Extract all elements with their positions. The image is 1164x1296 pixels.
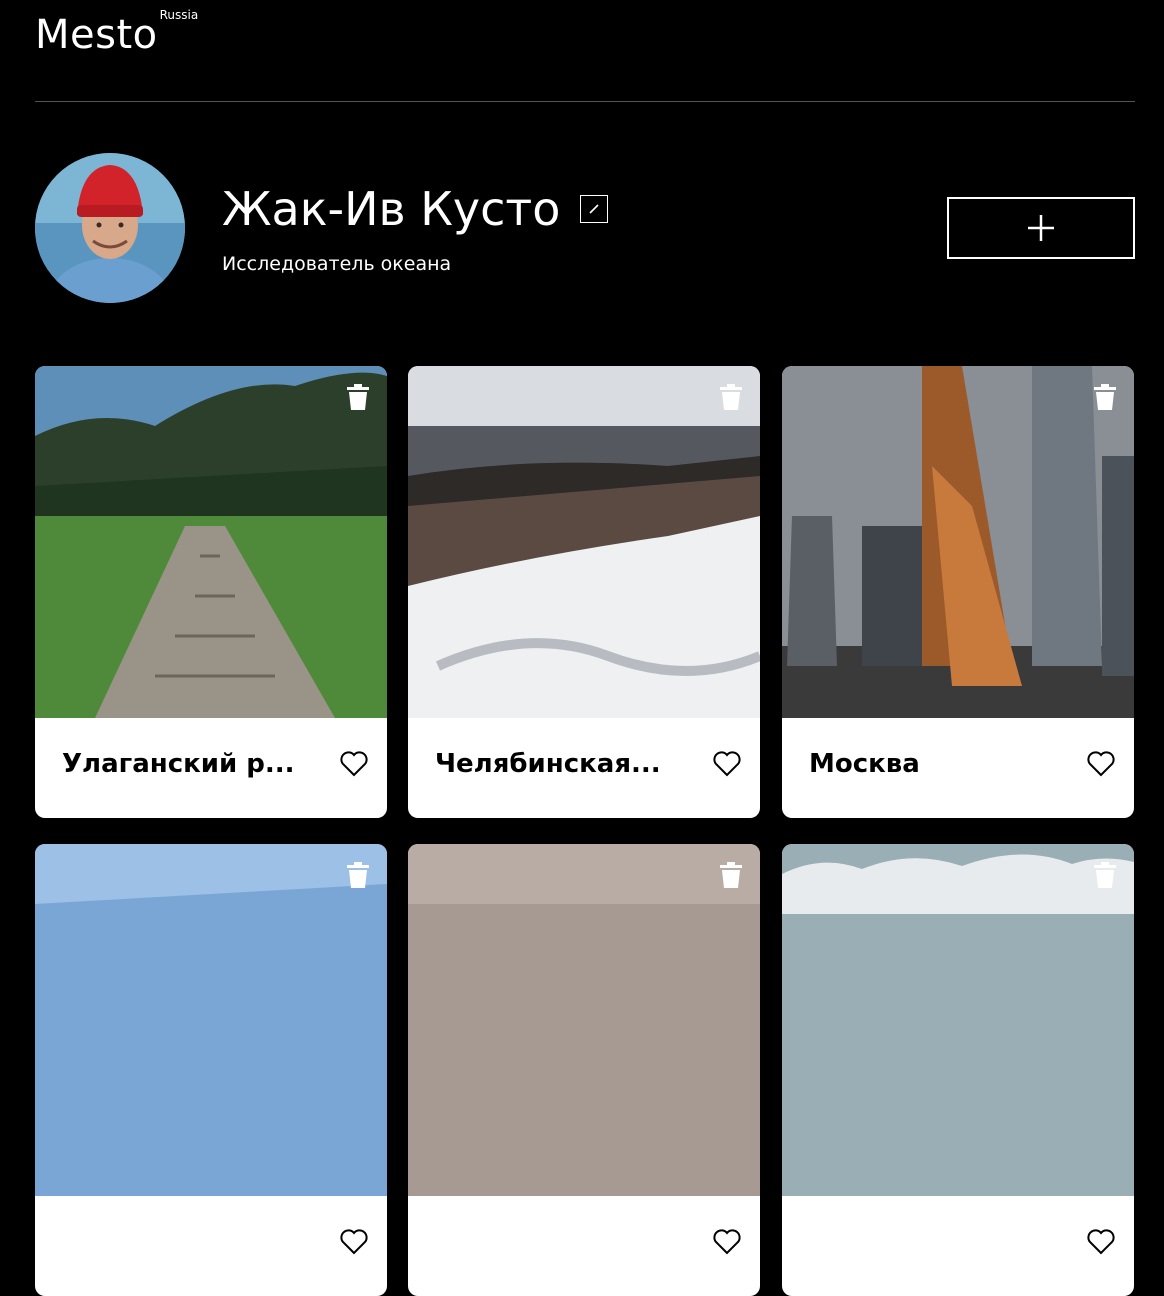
card-image[interactable]: [35, 844, 387, 1196]
heart-icon[interactable]: [713, 1229, 741, 1255]
card-image[interactable]: [782, 366, 1134, 718]
plus-icon: [1028, 215, 1054, 241]
card-image[interactable]: [782, 844, 1134, 1196]
avatar[interactable]: [35, 153, 185, 303]
card: Челябинская...: [408, 366, 760, 818]
profile-name-row: Жак-Ив Кусто: [222, 181, 609, 237]
heart-icon[interactable]: [340, 751, 368, 777]
edit-profile-button[interactable]: [580, 195, 609, 223]
profile-about: Исследователь океана: [222, 253, 452, 275]
heart-icon[interactable]: [340, 1229, 368, 1255]
card-title: Челябинская...: [435, 749, 661, 779]
add-card-button[interactable]: [947, 197, 1135, 259]
card-image[interactable]: [408, 366, 760, 718]
logo-text: Mesto: [35, 12, 158, 58]
trash-icon[interactable]: [1094, 384, 1116, 410]
heart-icon[interactable]: [713, 751, 741, 777]
card: [35, 844, 387, 1296]
card-image[interactable]: [35, 366, 387, 718]
card: [408, 844, 760, 1296]
trash-icon[interactable]: [347, 862, 369, 888]
trash-icon[interactable]: [1094, 862, 1116, 888]
trash-icon[interactable]: [347, 384, 369, 410]
card: [782, 844, 1134, 1296]
pencil-icon: [589, 204, 599, 214]
card: Улаганский р...: [35, 366, 387, 818]
card-title: Улаганский р...: [62, 749, 295, 779]
card: Москва: [782, 366, 1134, 818]
profile: Жак-Ив Кусто Исследователь океана: [35, 153, 1135, 303]
logo: Mesto Russia: [35, 8, 198, 62]
header-divider: [35, 101, 1135, 102]
profile-name: Жак-Ив Кусто: [222, 182, 561, 236]
card-image[interactable]: [408, 844, 760, 1196]
trash-icon[interactable]: [720, 384, 742, 410]
avatar-image: [35, 153, 185, 303]
card-title: Москва: [809, 749, 920, 779]
logo-superscript: Russia: [159, 8, 199, 22]
trash-icon[interactable]: [720, 862, 742, 888]
heart-icon[interactable]: [1087, 1229, 1115, 1255]
heart-icon[interactable]: [1087, 751, 1115, 777]
header: Mesto Russia: [35, 0, 1135, 103]
